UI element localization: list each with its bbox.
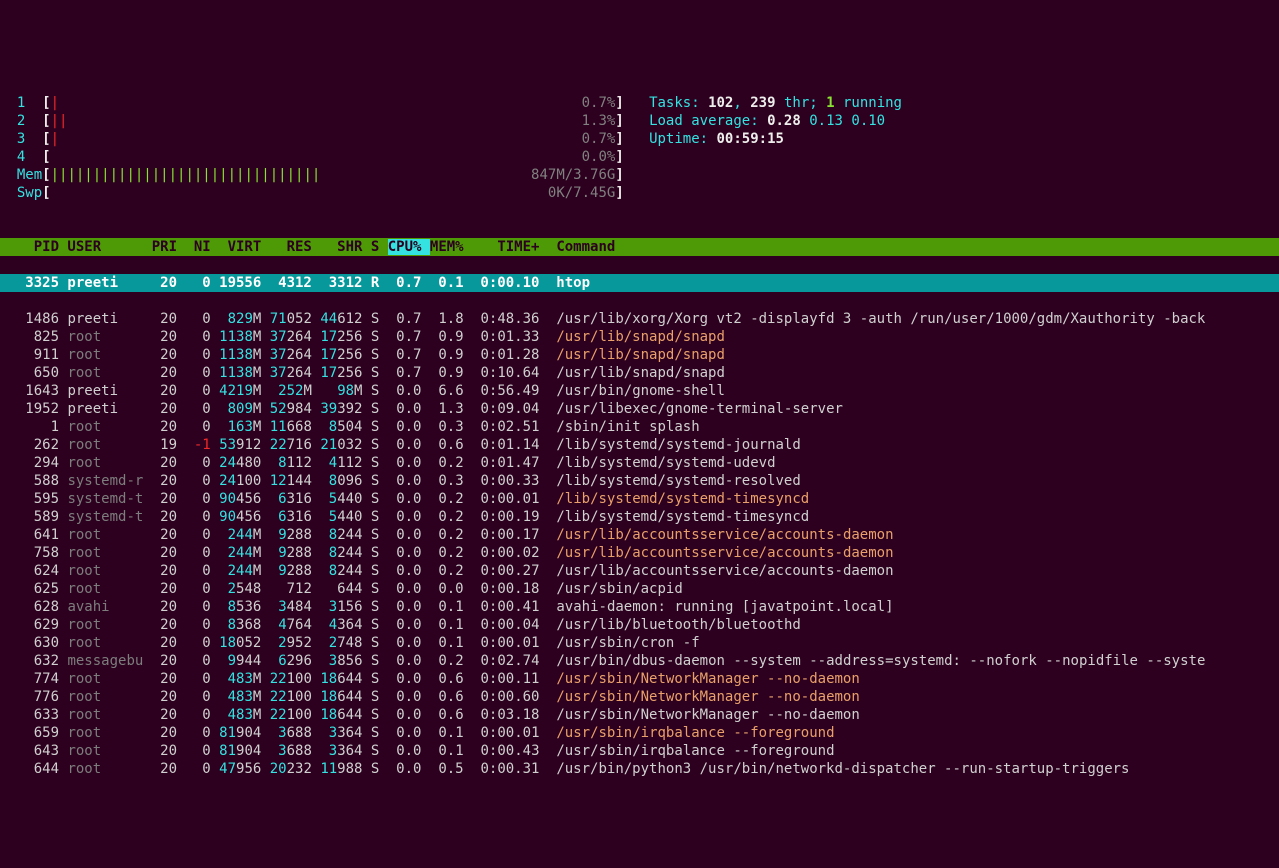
process-row[interactable]: 628 avahi 20 0 8536 3484 3156 S 0.0 0.1 … <box>0 598 1279 616</box>
process-row[interactable]: 1643 preeti 20 0 4219M 252M 98M S 0.0 6.… <box>0 382 1279 400</box>
process-row[interactable]: 643 root 20 0 81904 3688 3364 S 0.0 0.1 … <box>0 742 1279 760</box>
process-row[interactable]: 758 root 20 0 244M 9288 8244 S 0.0 0.2 0… <box>0 544 1279 562</box>
process-row[interactable]: 595 systemd-t 20 0 90456 6316 5440 S 0.0… <box>0 490 1279 508</box>
process-row[interactable]: 625 root 20 0 2548 712 644 S 0.0 0.0 0:0… <box>0 580 1279 598</box>
process-row[interactable]: 644 root 20 0 47956 20232 11988 S 0.0 0.… <box>0 760 1279 778</box>
process-row[interactable]: 588 systemd-r 20 0 24100 12144 8096 S 0.… <box>0 472 1279 490</box>
process-row[interactable]: 911 root 20 0 1138M 37264 17256 S 0.7 0.… <box>0 346 1279 364</box>
process-row[interactable]: 632 messagebu 20 0 9944 6296 3856 S 0.0 … <box>0 652 1279 670</box>
column-header-row[interactable]: PID USER PRI NI VIRT RES SHR S CPU% MEM%… <box>0 238 1279 256</box>
selected-row[interactable]: 3325 preeti 20 0 19556 4312 3312 R 0.7 0… <box>0 274 1279 292</box>
process-row[interactable]: 650 root 20 0 1138M 37264 17256 S 0.7 0.… <box>0 364 1279 382</box>
process-row[interactable]: 825 root 20 0 1138M 37264 17256 S 0.7 0.… <box>0 328 1279 346</box>
htop-terminal[interactable]: 1 [| 0.7%] Tasks: 102, 239 thr; 1 runnin… <box>0 72 1279 796</box>
process-row[interactable]: 624 root 20 0 244M 9288 8244 S 0.0 0.2 0… <box>0 562 1279 580</box>
header-area: 1 [| 0.7%] Tasks: 102, 239 thr; 1 runnin… <box>0 94 1279 220</box>
process-row[interactable]: 1486 preeti 20 0 829M 71052 44612 S 0.7 … <box>0 310 1279 328</box>
process-row[interactable]: 633 root 20 0 483M 22100 18644 S 0.0 0.6… <box>0 706 1279 724</box>
process-row[interactable]: 1952 preeti 20 0 809M 52984 39392 S 0.0 … <box>0 400 1279 418</box>
process-rows[interactable]: 1486 preeti 20 0 829M 71052 44612 S 0.7 … <box>0 310 1279 778</box>
process-row[interactable]: 1 root 20 0 163M 11668 8504 S 0.0 0.3 0:… <box>0 418 1279 436</box>
process-row[interactable]: 776 root 20 0 483M 22100 18644 S 0.0 0.6… <box>0 688 1279 706</box>
process-row[interactable]: 659 root 20 0 81904 3688 3364 S 0.0 0.1 … <box>0 724 1279 742</box>
process-row[interactable]: 630 root 20 0 18052 2952 2748 S 0.0 0.1 … <box>0 634 1279 652</box>
process-row[interactable]: 589 systemd-t 20 0 90456 6316 5440 S 0.0… <box>0 508 1279 526</box>
process-row[interactable]: 262 root 19 -1 53912 22716 21032 S 0.0 0… <box>0 436 1279 454</box>
process-row[interactable]: 294 root 20 0 24480 8112 4112 S 0.0 0.2 … <box>0 454 1279 472</box>
process-row[interactable]: 629 root 20 0 8368 4764 4364 S 0.0 0.1 0… <box>0 616 1279 634</box>
process-row[interactable]: 774 root 20 0 483M 22100 18644 S 0.0 0.6… <box>0 670 1279 688</box>
process-row[interactable]: 641 root 20 0 244M 9288 8244 S 0.0 0.2 0… <box>0 526 1279 544</box>
